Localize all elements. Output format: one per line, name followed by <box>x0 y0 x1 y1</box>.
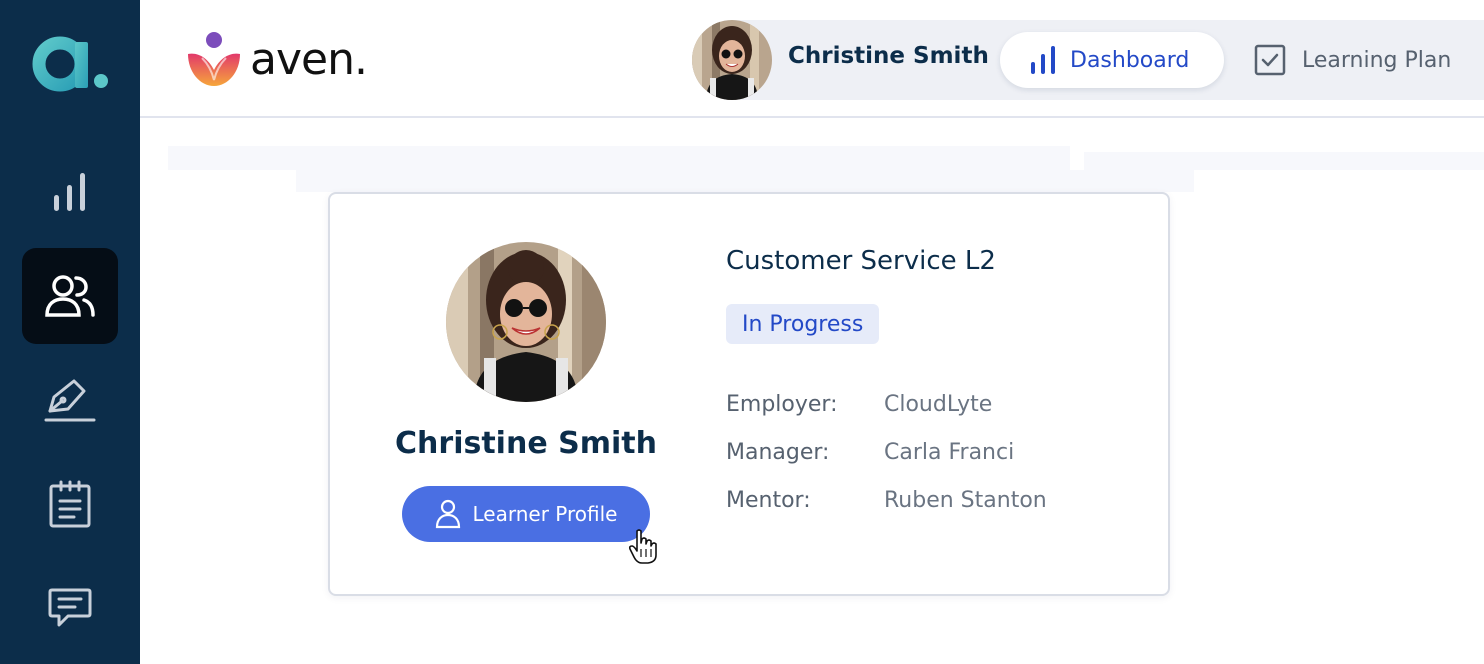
background-panel <box>296 170 1194 192</box>
sidebar-item-messages[interactable] <box>22 560 118 656</box>
header-user-name: Christine Smith <box>788 43 989 69</box>
sidebar-item-assessments[interactable] <box>22 352 118 448</box>
status-badge: In Progress <box>726 304 880 344</box>
chat-icon <box>48 588 92 627</box>
learner-avatar <box>446 242 606 402</box>
employer-label: Employer: <box>726 392 838 417</box>
tab-learning-plan[interactable]: Learning Plan <box>1254 32 1451 88</box>
users-icon <box>45 275 95 317</box>
manager-value: Carla Franci <box>884 440 1015 465</box>
learner-profile-button[interactable]: Learner Profile <box>402 486 650 542</box>
mentor-label: Mentor: <box>726 488 811 513</box>
sidebar-item-tasks[interactable] <box>22 456 118 552</box>
lotus-logo-icon <box>188 32 240 86</box>
bar-chart-icon <box>1031 46 1055 74</box>
app-logo[interactable] <box>28 28 112 98</box>
user-icon <box>435 499 460 529</box>
tab-learning-plan-label: Learning Plan <box>1302 47 1452 73</box>
manager-label: Manager: <box>726 440 830 465</box>
sidebar <box>0 0 140 664</box>
learner-card: Christine Smith Learner Profile Customer… <box>328 192 1170 596</box>
header-avatar[interactable] <box>692 20 772 100</box>
sidebar-item-dashboard[interactable] <box>22 144 118 240</box>
clipboard-icon <box>49 480 91 528</box>
tab-dashboard[interactable]: Dashboard <box>1000 32 1224 88</box>
learner-name: Christine Smith <box>395 426 657 461</box>
checkbox-icon <box>1254 44 1286 76</box>
mentor-value: Ruben Stanton <box>884 488 1047 513</box>
tab-dashboard-label: Dashboard <box>1070 47 1190 73</box>
bar-chart-icon <box>54 173 85 211</box>
background-panel <box>1084 152 1484 170</box>
learner-profile-label: Learner Profile <box>472 502 618 526</box>
sidebar-item-learners[interactable] <box>22 248 118 344</box>
brand-logo[interactable]: aven. <box>186 30 368 88</box>
hand-pointer-icon <box>628 529 658 569</box>
pen-sign-icon <box>44 379 96 422</box>
employer-value: CloudLyte <box>884 392 993 417</box>
background-panel <box>168 146 1070 170</box>
top-header: aven. Christine Smith Dashboard Learning… <box>140 0 1484 118</box>
brand-name: aven. <box>250 33 368 85</box>
course-title: Customer Service L2 <box>726 246 996 276</box>
